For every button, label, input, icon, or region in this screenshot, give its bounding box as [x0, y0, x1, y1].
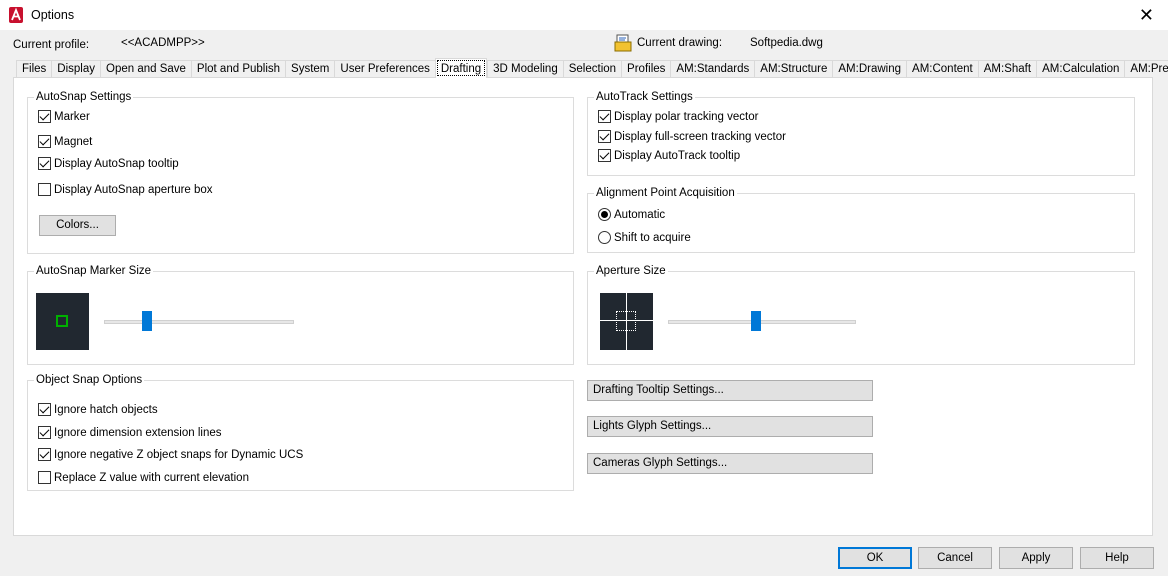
marker-square-icon [56, 315, 68, 327]
marker-checkbox[interactable] [38, 110, 51, 123]
group-title: Aperture Size [594, 264, 668, 278]
tab-open-and-save[interactable]: Open and Save [100, 60, 191, 78]
tab-am-calculation[interactable]: AM:Calculation [1036, 60, 1125, 78]
checkbox-label: Marker [54, 110, 90, 123]
automatic-radio[interactable] [598, 208, 611, 221]
drafting-panel: AutoSnap Settings Marker Magnet Display … [13, 77, 1153, 536]
checkbox-label: Replace Z value with current elevation [54, 471, 249, 484]
tab-user-preferences[interactable]: User Preferences [334, 60, 435, 78]
drafting-tooltip-settings-button[interactable]: Drafting Tooltip Settings... [587, 380, 873, 401]
autosnap-tooltip-checkbox-row[interactable]: Display AutoSnap tooltip [38, 157, 179, 170]
replace-z-checkbox[interactable] [38, 471, 51, 484]
window-title: Options [31, 8, 75, 22]
colors-button[interactable]: Colors... [39, 215, 116, 236]
tab-files[interactable]: Files [16, 60, 52, 78]
marker-preview [36, 293, 89, 350]
marker-size-slider-thumb[interactable] [142, 311, 152, 331]
aperture-box-checkbox-row[interactable]: Display AutoSnap aperture box [38, 183, 213, 196]
aperture-size-slider-track[interactable] [668, 320, 856, 324]
cameras-glyph-settings-button[interactable]: Cameras Glyph Settings... [587, 453, 873, 474]
tab-strip: Files Display Open and Save Plot and Pub… [16, 58, 1168, 78]
autosnap-settings-group: AutoSnap Settings Marker Magnet Display … [27, 90, 574, 254]
checkbox-label: Ignore hatch objects [54, 403, 158, 416]
marker-checkbox-row[interactable]: Marker [38, 110, 90, 123]
checkbox-label: Display full-screen tracking vector [614, 130, 786, 143]
radio-label: Shift to acquire [614, 231, 691, 244]
autosnap-tooltip-checkbox[interactable] [38, 157, 51, 170]
cancel-button[interactable]: Cancel [918, 547, 992, 569]
ignore-hatch-checkbox[interactable] [38, 403, 51, 416]
magnet-checkbox-row[interactable]: Magnet [38, 135, 92, 148]
aperture-box-checkbox[interactable] [38, 183, 51, 196]
drawing-file-icon [614, 34, 632, 52]
lights-glyph-settings-button[interactable]: Lights Glyph Settings... [587, 416, 873, 437]
tab-am-shaft[interactable]: AM:Shaft [977, 60, 1037, 78]
tab-am-preferences[interactable]: AM:Preferences [1124, 60, 1168, 78]
ignore-negative-z-checkbox-row[interactable]: Ignore negative Z object snaps for Dynam… [38, 448, 303, 461]
group-title: AutoSnap Marker Size [34, 264, 154, 278]
tab-am-structure[interactable]: AM:Structure [754, 60, 833, 78]
group-title: Alignment Point Acquisition [594, 186, 737, 200]
aperture-size-slider-thumb[interactable] [751, 311, 761, 331]
current-drawing-value: Softpedia.dwg [750, 37, 823, 49]
ignore-negative-z-checkbox[interactable] [38, 448, 51, 461]
alignment-point-group: Alignment Point Acquisition Automatic Sh… [587, 186, 1135, 253]
help-button[interactable]: Help [1080, 547, 1154, 569]
polar-tracking-checkbox-row[interactable]: Display polar tracking vector [598, 110, 758, 123]
polar-tracking-checkbox[interactable] [598, 110, 611, 123]
current-profile-label: Current profile: [13, 39, 90, 51]
close-icon[interactable]: ✕ [1139, 5, 1154, 25]
checkbox-label: Magnet [54, 135, 93, 148]
marker-size-group: AutoSnap Marker Size [27, 264, 574, 365]
tab-am-content[interactable]: AM:Content [906, 60, 978, 78]
automatic-radio-row[interactable]: Automatic [598, 208, 665, 221]
tab-am-drawing[interactable]: AM:Drawing [832, 60, 907, 78]
marker-size-slider-track[interactable] [104, 320, 294, 324]
replace-z-checkbox-row[interactable]: Replace Z value with current elevation [38, 471, 249, 484]
fullscreen-tracking-checkbox-row[interactable]: Display full-screen tracking vector [598, 130, 786, 143]
ignore-hatch-checkbox-row[interactable]: Ignore hatch objects [38, 403, 158, 416]
group-title: Object Snap Options [34, 373, 145, 387]
checkbox-label: Display polar tracking vector [614, 110, 759, 123]
tab-am-standards[interactable]: AM:Standards [670, 60, 755, 78]
radio-label: Automatic [614, 208, 666, 221]
aperture-preview [600, 293, 653, 350]
shift-to-acquire-radio-row[interactable]: Shift to acquire [598, 231, 691, 244]
autocad-logo-icon [9, 7, 23, 23]
aperture-box-icon [616, 311, 636, 331]
ignore-dimension-checkbox[interactable] [38, 426, 51, 439]
tab-display[interactable]: Display [51, 60, 100, 78]
autotrack-tooltip-checkbox-row[interactable]: Display AutoTrack tooltip [598, 149, 740, 162]
shift-to-acquire-radio[interactable] [598, 231, 611, 244]
autotrack-settings-group: AutoTrack Settings Display polar trackin… [587, 90, 1135, 176]
checkbox-label: Display AutoSnap tooltip [54, 157, 179, 170]
tab-3d-modeling[interactable]: 3D Modeling [487, 60, 563, 78]
object-snap-options-group: Object Snap Options Ignore hatch objects… [27, 373, 574, 491]
checkbox-label: Display AutoTrack tooltip [614, 149, 741, 162]
tab-plot-and-publish[interactable]: Plot and Publish [190, 60, 286, 78]
autotrack-tooltip-checkbox[interactable] [598, 149, 611, 162]
tab-profiles[interactable]: Profiles [621, 60, 671, 78]
group-title: AutoSnap Settings [34, 90, 134, 104]
tab-system[interactable]: System [285, 60, 335, 78]
title-bar: Options ✕ [0, 0, 1168, 31]
tab-drafting[interactable]: Drafting [434, 58, 488, 78]
ok-button[interactable]: OK [838, 547, 912, 569]
checkbox-label: Ignore dimension extension lines [54, 426, 222, 439]
current-profile-value: <<ACADMPP>> [121, 37, 205, 49]
aperture-size-group: Aperture Size [587, 264, 1135, 365]
checkbox-label: Ignore negative Z object snaps for Dynam… [54, 448, 304, 461]
current-drawing-label: Current drawing: [637, 37, 723, 49]
group-title: AutoTrack Settings [594, 90, 695, 104]
apply-button[interactable]: Apply [999, 547, 1073, 569]
magnet-checkbox[interactable] [38, 135, 51, 148]
checkbox-label: Display AutoSnap aperture box [54, 183, 213, 196]
ignore-dimension-checkbox-row[interactable]: Ignore dimension extension lines [38, 426, 222, 439]
fullscreen-tracking-checkbox[interactable] [598, 130, 611, 143]
tab-selection[interactable]: Selection [562, 60, 622, 78]
